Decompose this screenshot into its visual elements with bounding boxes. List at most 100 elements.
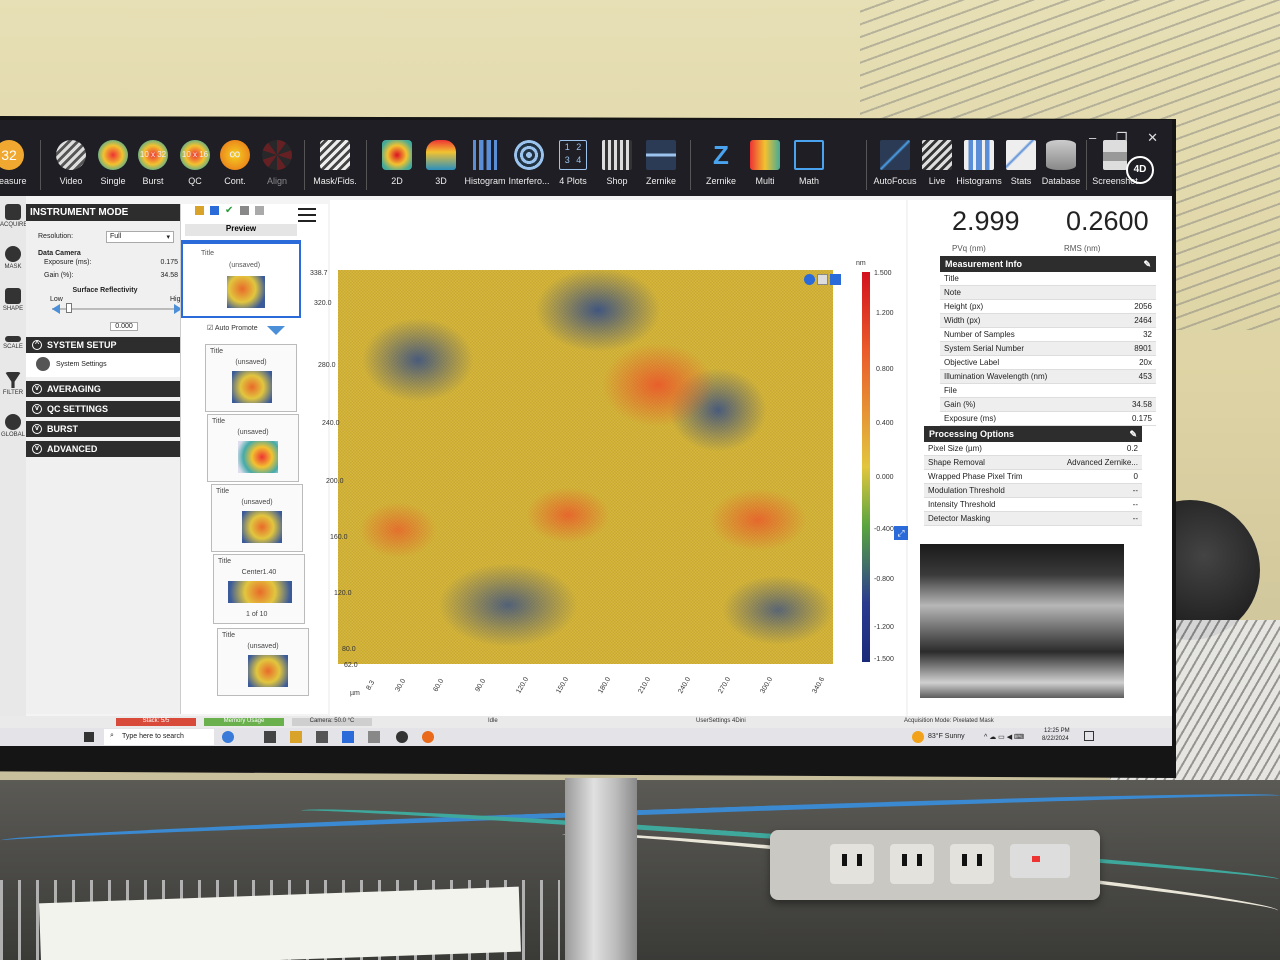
weather-text[interactable]: 83°F Sunny: [928, 733, 965, 740]
rms-value: 0.2600: [1066, 206, 1149, 236]
table-row[interactable]: Wrapped Phase Pixel Trim 0: [924, 470, 1142, 484]
system-settings-row[interactable]: System Settings: [26, 353, 196, 377]
table-row[interactable]: Detector Masking --: [924, 512, 1142, 526]
save-icon[interactable]: [210, 206, 219, 215]
export-icon[interactable]: [255, 206, 264, 215]
system-setup-section[interactable]: ^ SYSTEM SETUP: [26, 337, 196, 353]
crop-icon[interactable]: [817, 274, 828, 285]
table-row[interactable]: Height (px) 2056: [940, 300, 1156, 314]
exposure-value[interactable]: 0.175: [160, 259, 178, 266]
search-box[interactable]: ⌕ Type here to search: [104, 729, 214, 745]
promote-arrow-icon[interactable]: [267, 326, 285, 335]
table-row[interactable]: Shape Removal Advanced Zernike...: [924, 456, 1142, 470]
idle-status: Idle: [488, 718, 498, 724]
four-plots-button[interactable]: 1 2 3 4 4 Plots: [548, 140, 598, 186]
table-row[interactable]: Intensity Threshold --: [924, 498, 1142, 512]
surface-height-map[interactable]: [338, 270, 833, 664]
status-bar: Stack: 5/5 Memory Usage Camera: 50.0 °C …: [0, 716, 1172, 728]
align-button[interactable]: Align: [252, 140, 302, 186]
preview-item[interactable]: Title (unsaved): [207, 414, 299, 482]
open-folder-icon[interactable]: [195, 206, 204, 215]
slider-left-arrow-icon[interactable]: [52, 304, 60, 314]
app-icon[interactable]: [368, 731, 380, 743]
preview-thumbnail: [227, 276, 265, 308]
edit-icon[interactable]: ✎: [1129, 429, 1137, 440]
notification-icon[interactable]: [1084, 731, 1094, 741]
row-key: Note: [944, 288, 961, 297]
preview-item[interactable]: Title Center1.40 1 of 10: [213, 554, 305, 624]
firefox-icon[interactable]: [422, 731, 434, 743]
ribbon-separator: [40, 140, 41, 190]
preview-item-state: Center1.40: [241, 569, 277, 576]
table-row[interactable]: Objective Label 20x: [940, 356, 1156, 370]
table-row[interactable]: Pixel Size (µm) 0.2: [924, 442, 1142, 456]
multi-button[interactable]: Multi: [740, 140, 790, 186]
table-row[interactable]: Note: [940, 286, 1156, 300]
expand-icon[interactable]: ⤢: [894, 526, 908, 540]
mask-tab[interactable]: MASK: [0, 246, 26, 270]
mail-icon[interactable]: [342, 731, 354, 743]
math-button[interactable]: Math: [784, 140, 834, 186]
table-row[interactable]: Illumination Wavelength (nm) 453: [940, 370, 1156, 384]
reflectivity-value-field[interactable]: 0.000: [110, 322, 138, 331]
gain-value[interactable]: 34.58: [160, 272, 178, 279]
preview-current[interactable]: Title (unsaved): [181, 240, 301, 318]
global-tab[interactable]: GLOBAL: [0, 414, 26, 438]
window-controls[interactable]: – ❐ ✕: [1089, 130, 1166, 146]
table-row[interactable]: Exposure (ms) 0.175: [940, 412, 1156, 426]
shape-tab[interactable]: SHAPE: [0, 288, 26, 312]
scale-tab[interactable]: SCALE: [0, 330, 26, 350]
y-tick-label: 62.0: [344, 662, 358, 669]
edit-icon[interactable]: ✎: [1143, 259, 1151, 270]
mask-fids-button[interactable]: Mask/Fids.: [310, 140, 360, 186]
store-icon[interactable]: [316, 731, 328, 743]
y-tick-label: 280.0: [318, 362, 336, 369]
filter-tab[interactable]: FILTER: [0, 372, 26, 396]
hamburger-menu-icon[interactable]: [298, 208, 316, 222]
slider-thumb[interactable]: [66, 303, 72, 313]
qc-settings-section[interactable]: v QC SETTINGS: [26, 401, 204, 417]
database-button[interactable]: Database: [1036, 140, 1086, 186]
table-row[interactable]: System Serial Number 8901: [940, 342, 1156, 356]
resolution-select[interactable]: Full ▾: [106, 231, 174, 243]
table-row[interactable]: Title: [940, 272, 1156, 286]
task-view-icon[interactable]: [264, 731, 276, 743]
preview-item[interactable]: Title (unsaved): [217, 628, 309, 696]
preview-item-thumbnail: [238, 441, 278, 473]
auto-promote-label: Auto Promote: [214, 325, 258, 332]
table-row[interactable]: File: [940, 384, 1156, 398]
zernike-plot-button[interactable]: Zernike: [636, 140, 686, 186]
app-icon-earth[interactable]: [222, 731, 234, 743]
table-row[interactable]: Modulation Threshold --: [924, 484, 1142, 498]
interferogram-button[interactable]: Interfero...: [504, 140, 554, 186]
clock-time[interactable]: 12:25 PM: [1044, 728, 1070, 734]
table-row[interactable]: Width (px) 2464: [940, 314, 1156, 328]
trash-icon[interactable]: [240, 206, 249, 215]
averaging-label: AVERAGING: [47, 384, 101, 394]
zernike-button[interactable]: Z Zernike: [696, 140, 746, 186]
preview-item[interactable]: Title (unsaved): [211, 484, 303, 552]
zoom-icon[interactable]: [804, 274, 815, 285]
plot-2d-button[interactable]: 2D: [372, 140, 422, 186]
table-row[interactable]: Gain (%) 34.58: [940, 398, 1156, 412]
auto-promote-row[interactable]: ☑ Auto Promote: [207, 324, 258, 332]
burst-section[interactable]: v BURST: [26, 421, 206, 437]
shop-button[interactable]: Shop: [592, 140, 642, 186]
windows-start-icon[interactable]: [84, 732, 94, 742]
plot-3d-button[interactable]: 3D: [416, 140, 466, 186]
clock-date[interactable]: 8/22/2024: [1042, 736, 1069, 742]
tray-icons[interactable]: ^ ☁ ▭ ◀ ⌨: [984, 733, 1024, 741]
measure-button[interactable]: 32 Measure: [0, 140, 34, 186]
averaging-section[interactable]: v AVERAGING: [26, 381, 202, 397]
preview-item[interactable]: Title (unsaved): [205, 344, 297, 412]
table-row[interactable]: Number of Samples 32: [940, 328, 1156, 342]
histogram-button[interactable]: Histogram: [460, 140, 510, 186]
4d-app-icon[interactable]: [396, 731, 408, 743]
chevron-down-icon: ▾: [166, 234, 170, 241]
check-icon[interactable]: ✔: [225, 206, 234, 216]
acquire-tab[interactable]: ACQUIRE: [0, 204, 27, 228]
plot-2d-icon: [382, 140, 412, 170]
screen: 32 Measure Video Single 10 x 32 Burst 10…: [0, 120, 1172, 746]
pan-icon[interactable]: [830, 274, 841, 285]
file-explorer-icon[interactable]: [290, 731, 302, 743]
